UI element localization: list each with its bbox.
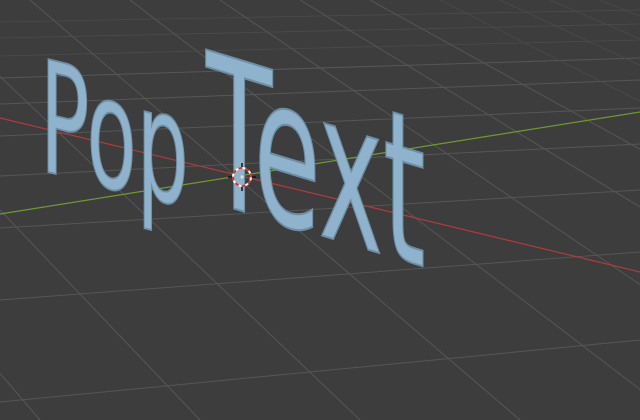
text-object-text: Text (205, 9, 425, 317)
3d-viewport[interactable]: Pop Text (0, 0, 640, 420)
text-object-pop: Pop (40, 27, 189, 244)
text-object[interactable]: Pop Text (39, 8, 426, 317)
viewport-canvas[interactable]: Pop Text (0, 0, 640, 420)
